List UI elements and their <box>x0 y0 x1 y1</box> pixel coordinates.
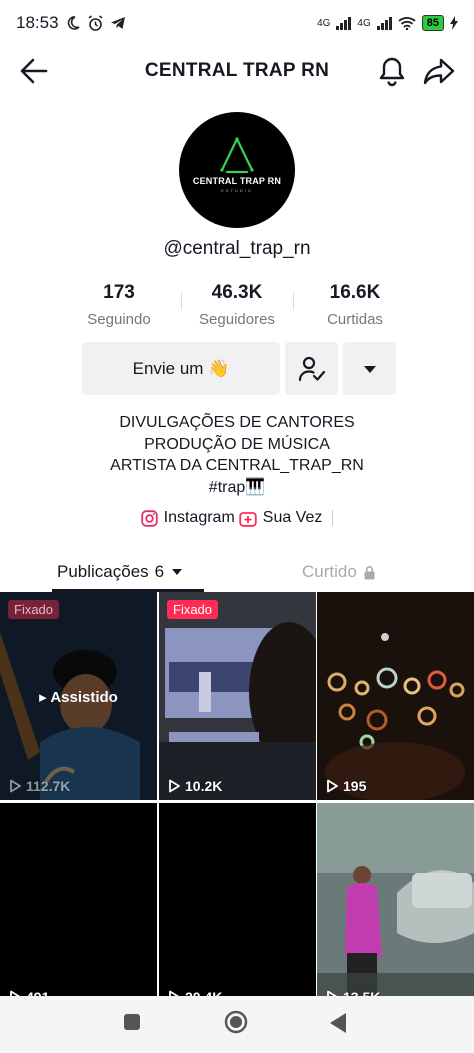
status-bar: 18:53 4G 4G 85 <box>0 0 474 46</box>
video-views: 10.2K <box>167 778 222 794</box>
play-outline-icon <box>169 779 180 793</box>
avatar[interactable]: CENTRAL TRAP RN ESTUDIO <box>179 112 295 228</box>
profile-header: CENTRAL TRAP RN <box>0 46 474 96</box>
signal-icon <box>336 16 352 30</box>
instagram-icon <box>140 509 158 527</box>
video-preview-image <box>317 592 474 800</box>
profile-links: Instagram Sua Vez <box>0 509 474 527</box>
sua-vez-link[interactable]: Sua Vez <box>239 509 323 527</box>
bell-icon[interactable] <box>376 55 408 87</box>
video-views-count: 112.7K <box>26 778 71 794</box>
avatar-logo-text: CENTRAL TRAP RN <box>192 176 282 186</box>
tab-posts[interactable]: Publicações 6 <box>57 552 184 592</box>
pinned-badge: Fixado <box>8 600 60 619</box>
lock-icon <box>364 565 375 579</box>
video-thumbnail[interactable]: 20.4K <box>159 803 316 1011</box>
bio-line: PRODUÇÃO DE MÚSICA <box>144 435 330 453</box>
video-thumbnail[interactable]: Fixado 10.2K <box>159 592 316 800</box>
pinned-badge: Fixado <box>167 600 219 619</box>
tab-posts-count: 6 <box>154 562 165 581</box>
video-views: 112.7K <box>8 778 70 794</box>
stat-following[interactable]: 173 Seguindo <box>60 282 178 328</box>
bio-line: DIVULGAÇÕES DE CANTORES <box>119 414 355 431</box>
system-nav-bar <box>0 996 474 1053</box>
network-label-2: 4G <box>357 17 371 29</box>
status-time: 18:53 <box>16 13 59 32</box>
instagram-link[interactable]: Instagram <box>140 509 235 527</box>
video-preview-image <box>317 803 474 1011</box>
avatar-logo-sub: ESTUDIO <box>221 188 253 193</box>
charging-icon <box>450 16 458 30</box>
message-button[interactable]: Envie um 👋 <box>82 342 280 395</box>
home-icon[interactable] <box>224 1010 248 1034</box>
video-thumbnail[interactable]: Fixado ▸ Assistido 112.7K <box>0 592 157 800</box>
back-arrow-icon[interactable] <box>18 56 50 86</box>
tab-posts-label: Publicações <box>57 562 149 581</box>
tab-liked-label: Curtido <box>302 562 357 581</box>
video-grid: Fixado ▸ Assistido 112.7K Fixado 10.2K 1… <box>0 592 474 1011</box>
moon-icon <box>67 16 80 30</box>
play-outline-icon <box>10 779 21 793</box>
share-icon[interactable] <box>422 55 456 87</box>
watched-label: ▸ Assistido <box>0 688 157 706</box>
wifi-icon <box>398 17 416 30</box>
bio-line: ARTISTA DA CENTRAL_TRAP_RN <box>110 457 364 474</box>
following-button[interactable] <box>285 342 338 395</box>
stat-value: 46.3K <box>211 282 263 303</box>
suggested-accounts-button[interactable] <box>343 342 396 395</box>
alarm-icon <box>88 14 103 31</box>
sua-vez-link-label: Sua Vez <box>262 509 323 526</box>
watched-label-text: Assistido <box>50 689 118 706</box>
stat-followers[interactable]: 46.3K Seguidores <box>178 282 296 328</box>
telegram-icon <box>110 17 125 29</box>
profile-tabs: Publicações 6 Curtido <box>0 552 474 592</box>
video-preview-image <box>159 592 316 800</box>
video-thumbnail[interactable]: 491 <box>0 803 157 1011</box>
video-thumbnail[interactable]: 13.5K <box>317 803 474 1011</box>
caret-down-icon <box>363 365 376 373</box>
user-check-icon <box>298 356 325 381</box>
video-views-count: 10.2K <box>185 778 223 794</box>
video-thumbnail[interactable]: 195 <box>317 592 474 800</box>
video-views: 195 <box>325 778 366 794</box>
divider <box>332 510 334 526</box>
network-label-1: 4G <box>317 17 331 29</box>
caret-down-icon <box>172 569 183 575</box>
bio-line: #trap🎹 <box>208 478 266 496</box>
back-icon[interactable] <box>328 1012 348 1034</box>
tab-liked[interactable]: Curtido <box>302 552 376 592</box>
stat-likes[interactable]: 16.6K Curtidas <box>296 282 414 328</box>
video-views-count: 195 <box>343 778 367 794</box>
instagram-link-label: Instagram <box>163 509 235 526</box>
profile-stats: 173 Seguindo 46.3K Seguidores 16.6K Curt… <box>60 282 414 328</box>
triangle-logo-icon <box>220 137 254 174</box>
stat-value: 173 <box>103 282 135 303</box>
battery-icon: 85 <box>421 15 444 31</box>
profile-bio: DIVULGAÇÕES DE CANTORES PRODUÇÃO DE MÚSI… <box>0 412 474 498</box>
stat-label: Seguidores <box>199 311 275 328</box>
message-button-label: Envie um 👋 <box>132 358 230 378</box>
recent-apps-icon[interactable] <box>122 1012 142 1032</box>
signal-icon <box>376 16 392 30</box>
username: @central_trap_rn <box>163 238 311 259</box>
stat-label: Curtidas <box>327 311 383 328</box>
play-outline-icon <box>327 779 338 793</box>
stat-label: Seguindo <box>87 311 151 328</box>
play-icon: ▸ <box>39 689 47 706</box>
stat-value: 16.6K <box>329 282 381 303</box>
plus-box-icon <box>239 511 257 527</box>
divider <box>293 292 294 310</box>
